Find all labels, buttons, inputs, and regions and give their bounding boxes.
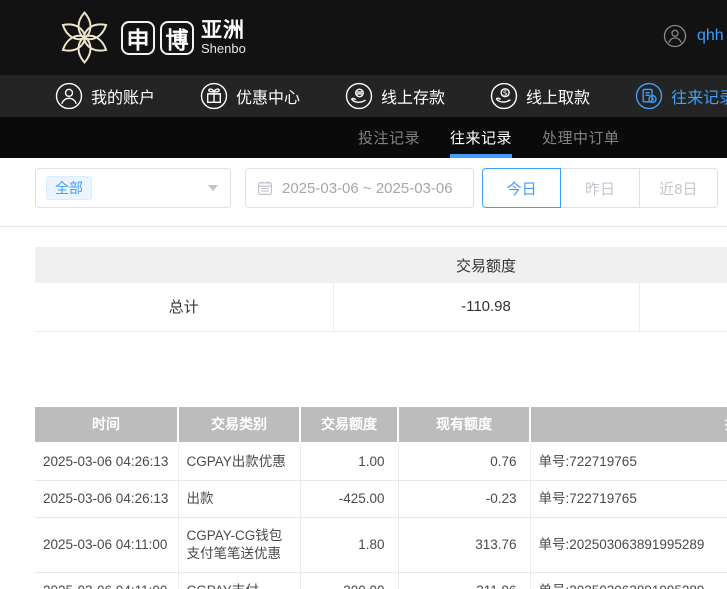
summary-empty-cell [638, 283, 727, 332]
cell-balance: 0.76 [398, 442, 531, 481]
last-8-days-button[interactable]: 近8日 [638, 168, 718, 208]
sub-nav: 投注记录 往来记录 处理中订单 [0, 117, 727, 158]
col-type: 交易类别 [178, 406, 301, 444]
cell-summary: 单号:202503063891995289 [530, 517, 727, 573]
summary-header-empty [35, 247, 333, 283]
nav-label: 优惠中心 [236, 90, 301, 107]
cell-amount: -425.00 [300, 480, 399, 518]
table-row: 2025-03-06 04:11:00 CGPAY支付 300.00 311.9… [35, 572, 727, 589]
records-body: 2025-03-06 04:26:13 CGPAY出款优惠 1.00 0.76 … [35, 442, 727, 589]
summary-header-row: 交易额度 [35, 247, 727, 283]
brand-logo[interactable]: 申 博 亚洲 Shenbo [56, 9, 246, 66]
withdraw-icon: $ [490, 82, 518, 110]
nav-item-deposit[interactable]: 线上存款 [345, 82, 445, 110]
gift-icon [200, 82, 228, 110]
nav-label: 线上取款 [526, 90, 591, 107]
logo-region-text: 亚洲 [201, 18, 245, 42]
records-icon [635, 82, 663, 110]
col-summary: 摘要 [530, 406, 727, 444]
logo-wordmark: 亚洲 Shenbo [201, 18, 246, 56]
filter-bar: 全部 2025-03-06 ~ 2025-03-06 今日 昨日 近8日 [35, 168, 727, 208]
col-time: 时间 [35, 406, 179, 444]
top-header: 申 博 亚洲 Shenbo qhh [0, 0, 727, 75]
user-avatar-icon [663, 24, 687, 48]
flower-logo-icon [61, 11, 108, 64]
summary-header-empty [639, 247, 727, 283]
cell-time: 2025-03-06 04:26:13 [35, 442, 179, 481]
summary-total-amount: -110.98 [332, 283, 639, 332]
records-header-row: 时间 交易类别 交易额度 现有额度 摘要 [35, 406, 727, 444]
transaction-records-page: 申 博 亚洲 Shenbo qhh 我的账户 优惠中心 线上存款 $ 线上取款 … [0, 0, 727, 589]
cell-balance: 311.96 [398, 572, 531, 589]
cell-summary: 单号:722719765 [530, 442, 727, 481]
logo-char-shen: 申 [121, 20, 155, 55]
deposit-icon [345, 82, 373, 110]
summary-table: 交易额度 总计 -110.98 [35, 247, 727, 332]
tab-transaction-records[interactable]: 往来记录 [450, 117, 512, 158]
date-range-picker[interactable]: 2025-03-06 ~ 2025-03-06 [245, 168, 474, 208]
summary-header-amount: 交易额度 [333, 247, 639, 283]
user-account[interactable]: qhh [663, 24, 724, 48]
person-icon [55, 82, 83, 110]
col-balance: 现有额度 [398, 406, 531, 444]
cell-type: CGPAY-CG钱包支付笔笔送优惠 [178, 517, 301, 573]
quick-range-buttons: 今日 昨日 近8日 [482, 168, 718, 208]
cell-balance: -0.23 [398, 480, 531, 518]
username-text[interactable]: qhh [697, 27, 724, 45]
logo-subtitle-text: Shenbo [201, 40, 246, 56]
tab-processing-orders[interactable]: 处理中订单 [542, 117, 620, 158]
records-table: 时间 交易类别 交易额度 现有额度 摘要 2025-03-06 04:26:13… [35, 406, 727, 589]
section-divider [0, 226, 727, 227]
cell-amount: 300.00 [300, 572, 399, 589]
cell-time: 2025-03-06 04:26:13 [35, 480, 179, 518]
cell-summary: 单号:722719765 [530, 480, 727, 518]
nav-item-promotions[interactable]: 优惠中心 [200, 82, 300, 110]
chevron-down-icon [208, 185, 218, 191]
nav-item-withdraw[interactable]: $ 线上取款 [490, 82, 590, 110]
cell-summary: 单号:202503063891995289 [530, 572, 727, 589]
nav-item-my-account[interactable]: 我的账户 [55, 82, 155, 110]
nav-label: 线上存款 [381, 90, 446, 107]
cell-amount: 1.80 [300, 517, 399, 573]
cell-amount: 1.00 [300, 442, 399, 481]
cell-type: 出款 [178, 480, 301, 518]
cell-time: 2025-03-06 04:11:00 [35, 517, 179, 573]
category-select[interactable]: 全部 [35, 168, 231, 208]
nav-label: 我的账户 [91, 90, 156, 107]
cell-type: CGPAY出款优惠 [178, 442, 301, 481]
col-amount: 交易额度 [300, 406, 399, 444]
date-range-value: 2025-03-06 ~ 2025-03-06 [282, 179, 453, 197]
nav-label: 往来记录 [671, 90, 727, 107]
cell-balance: 313.76 [398, 517, 531, 573]
main-nav: 我的账户 优惠中心 线上存款 $ 线上取款 往来记 [0, 75, 727, 117]
svg-text:$: $ [503, 88, 508, 97]
calendar-icon [258, 181, 272, 195]
logo-char-bo: 博 [160, 20, 194, 55]
cell-time: 2025-03-06 04:11:00 [35, 572, 179, 589]
tab-betting-records[interactable]: 投注记录 [358, 117, 420, 158]
selected-category-tag[interactable]: 全部 [46, 176, 92, 200]
table-row: 2025-03-06 04:26:13 CGPAY出款优惠 1.00 0.76 … [35, 442, 727, 481]
table-row: 2025-03-06 04:11:00 CGPAY-CG钱包支付笔笔送优惠 1.… [35, 517, 727, 573]
today-button[interactable]: 今日 [482, 168, 562, 208]
summary-total-row: 总计 -110.98 [35, 283, 727, 332]
table-row: 2025-03-06 04:26:13 出款 -425.00 -0.23 单号:… [35, 480, 727, 518]
cell-type: CGPAY支付 [178, 572, 301, 589]
content-area: 全部 2025-03-06 ~ 2025-03-06 今日 昨日 近8日 交易额… [0, 168, 727, 589]
nav-item-records[interactable]: 往来记录 [635, 82, 727, 110]
summary-total-label: 总计 [35, 283, 333, 332]
yesterday-button[interactable]: 昨日 [560, 168, 640, 208]
